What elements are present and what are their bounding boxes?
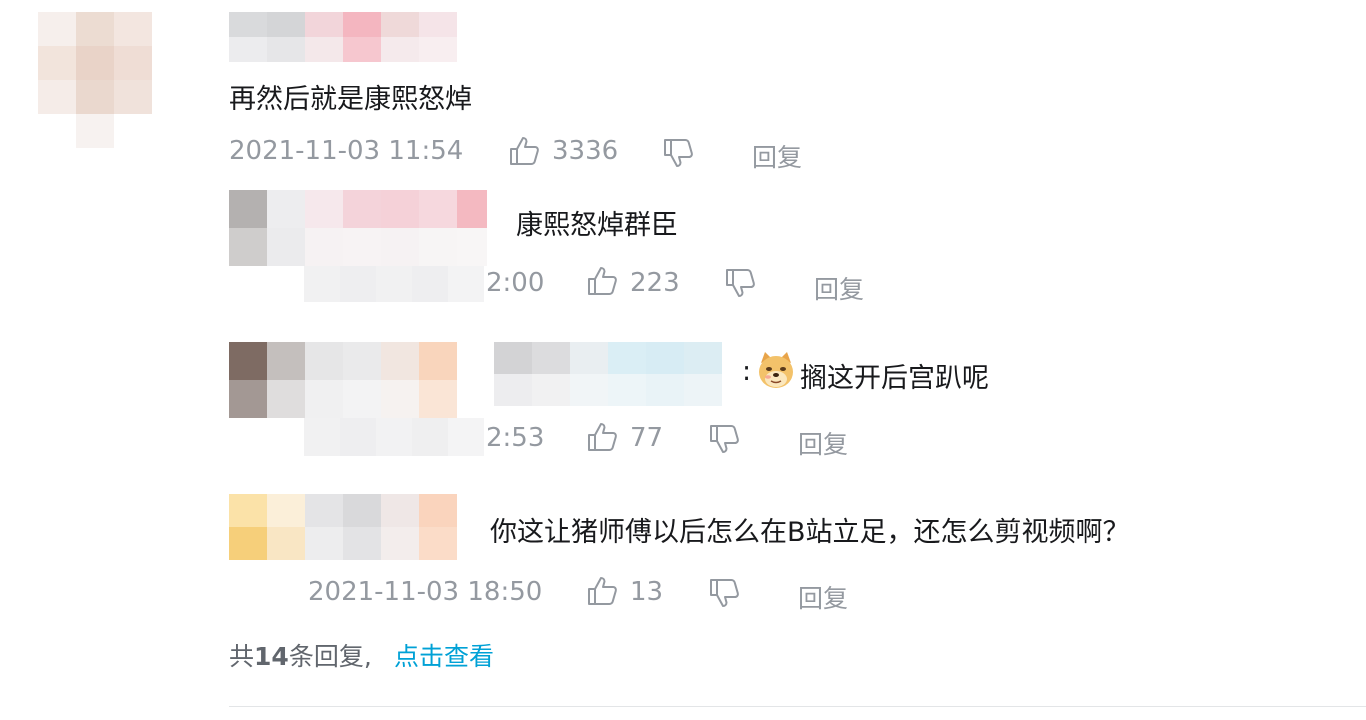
reply-button[interactable]: 回复 xyxy=(752,138,802,174)
avatar[interactable] xyxy=(38,12,152,114)
reply-text: 康熙怒焯群臣 xyxy=(516,210,678,241)
thumbs-down-icon[interactable] xyxy=(708,422,742,456)
divider xyxy=(229,706,1366,707)
reply-avatar[interactable] xyxy=(229,190,267,266)
reply-button[interactable]: 回复 xyxy=(814,270,864,306)
timestamp-blur xyxy=(304,266,486,302)
like-count: 223 xyxy=(630,268,680,298)
reply-timestamp: 2:00 xyxy=(486,268,545,298)
reply-count-number: 14 xyxy=(254,642,289,671)
reply-count-prefix: 共 xyxy=(229,642,255,671)
thumbs-up-icon[interactable] xyxy=(586,420,620,454)
doge-emoji xyxy=(755,349,797,391)
reply-username[interactable] xyxy=(267,190,487,266)
reply-username[interactable] xyxy=(267,342,457,418)
reply-avatar[interactable] xyxy=(229,494,267,560)
thumbs-down-icon[interactable] xyxy=(724,266,758,300)
comment-timestamp: 2021-11-03 11:54 xyxy=(229,136,464,166)
mentioned-username[interactable] xyxy=(494,342,722,406)
thumbs-up-icon[interactable] xyxy=(508,134,542,168)
comment-thread: 再然后就是康熙怒焯 2021-11-03 11:54 3336 回复 康熙怒焯群… xyxy=(0,0,1366,720)
reply-timestamp: 2021-11-03 18:50 xyxy=(308,577,543,607)
reply-count-summary: 共14条回复, xyxy=(229,637,372,673)
thumbs-up-icon[interactable] xyxy=(586,264,620,298)
reply-count-suffix: 条回复, xyxy=(288,642,372,671)
username[interactable] xyxy=(229,12,457,62)
reply-text: 你这让猪师傅以后怎么在B站立足，还怎么剪视频啊？ xyxy=(490,517,1130,548)
like-count: 3336 xyxy=(552,136,619,166)
like-count: 13 xyxy=(630,577,664,607)
reply-username[interactable] xyxy=(267,494,457,560)
reply-button[interactable]: 回复 xyxy=(798,425,848,461)
comment-text: 再然后就是康熙怒焯 xyxy=(229,84,472,115)
reply-avatar[interactable] xyxy=(229,342,267,418)
reply-timestamp: 2:53 xyxy=(486,423,545,453)
reply-prefix: : xyxy=(742,356,752,387)
avatar-blur-fragment xyxy=(76,114,114,148)
thumbs-down-icon[interactable] xyxy=(662,136,696,170)
reply-text: 搁这开后宫趴呢 xyxy=(800,363,989,394)
view-all-replies-link[interactable]: 点击查看 xyxy=(394,637,494,673)
like-count: 77 xyxy=(630,423,664,453)
timestamp-blur xyxy=(304,418,486,456)
thumbs-up-icon[interactable] xyxy=(586,574,620,608)
reply-button[interactable]: 回复 xyxy=(798,579,848,615)
thumbs-down-icon[interactable] xyxy=(708,576,742,610)
